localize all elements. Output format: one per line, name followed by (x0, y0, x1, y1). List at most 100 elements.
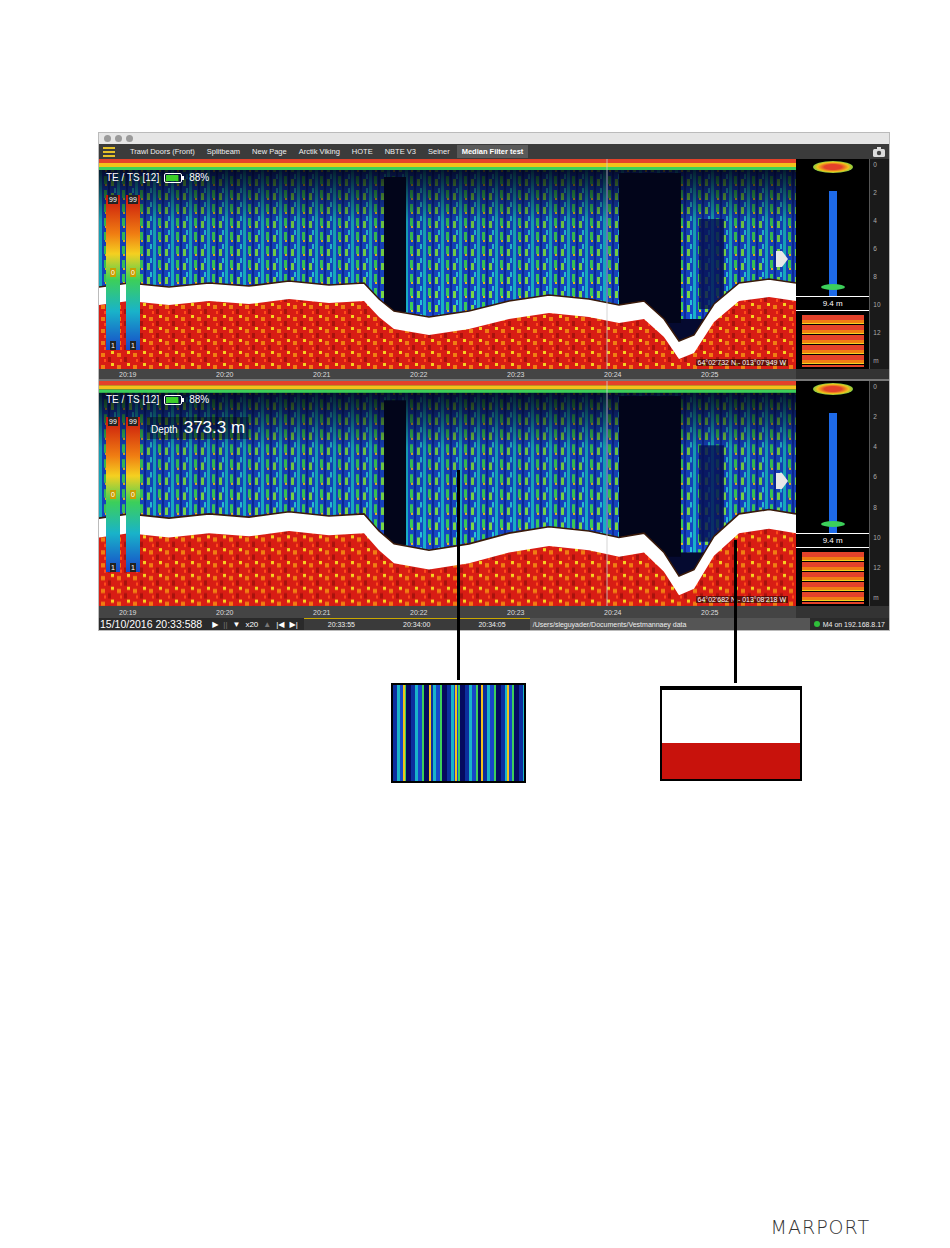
status-bar: 15/10/2016 20:33:588 ▶||▼x20▲|◀▶| 20:33:… (99, 618, 889, 630)
scale-max: 99 (128, 417, 138, 426)
battery-level: 88% (189, 172, 209, 183)
depth-tick: m (873, 594, 889, 602)
manual-page: Trawl Doors (Front)SplitbeamNew PageArct… (0, 0, 950, 1248)
depth-tick: m (873, 357, 889, 365)
time-tick: 20:25 (701, 609, 798, 616)
scale-max: 99 (108, 195, 118, 204)
beam-bar (829, 413, 837, 533)
page-tab[interactable]: Seiner (423, 145, 455, 158)
scale-min: 1 (130, 563, 136, 572)
scale-mid: 0 (130, 268, 136, 277)
timeline[interactable]: 20:33:5520:34:0020:34:05 (304, 618, 530, 630)
gps-position: 64°02'732 N - 013°07'949 W (696, 359, 788, 366)
timeline-tick: 20:34:05 (478, 621, 505, 628)
depth-tick: 8 (873, 273, 889, 281)
depth-axis: 024681012m (869, 381, 889, 606)
scale-min: 1 (110, 341, 116, 350)
bottom-echo (802, 315, 864, 367)
color-scales: 99 0 199 0 1 (106, 417, 140, 572)
color-scales: 99 0 199 0 1 (106, 195, 140, 350)
time-tick: 20:21 (313, 609, 410, 616)
echogram-image (99, 381, 796, 606)
camera-icon[interactable] (873, 147, 885, 157)
expand-arrow-icon[interactable] (776, 251, 788, 267)
echogram: TE / TS [12] 88% 99 0 199 0 1 Depth 373.… (99, 381, 796, 606)
battery-level: 88% (189, 394, 209, 405)
scale-mid: 0 (110, 490, 116, 499)
page-tab[interactable]: HOTE (347, 145, 378, 158)
sensor-head (813, 161, 853, 173)
scale-min: 1 (110, 563, 116, 572)
echogram-image (99, 159, 796, 369)
time-tick: 20:25 (701, 371, 798, 378)
gps-position: 64°02'682 N - 013°08'218 W (696, 596, 788, 603)
net-opening: 9.4 m (796, 296, 869, 311)
depth-tick: 4 (873, 443, 889, 451)
scale-min: 1 (130, 341, 136, 350)
playback-control[interactable]: ▶ (212, 620, 218, 629)
connection-icon (814, 621, 820, 627)
depth-tick: 10 (873, 534, 889, 542)
page-tab[interactable]: Trawl Doors (Front) (125, 145, 200, 158)
page-tab[interactable]: Splitbeam (202, 145, 245, 158)
depth-readout: Depth 373.3 m (147, 417, 249, 439)
playback-control[interactable]: ▼ (233, 620, 241, 629)
time-tick: 20:23 (507, 371, 604, 378)
fish-echo-inset (391, 683, 526, 783)
depth-tick: 2 (873, 189, 889, 197)
time-ticks: 20:1920:2020:2120:2220:2320:2420:25 (99, 606, 796, 618)
bottom-echo (802, 552, 864, 604)
scale-max: 99 (128, 195, 138, 204)
file-path: /Users/sleguyader/Documents/Vestmannaey … (530, 618, 810, 630)
color-scale[interactable]: 99 0 1 (106, 417, 120, 572)
playback-control[interactable]: ▶| (289, 620, 297, 629)
scale-mid: 0 (130, 490, 136, 499)
close-button[interactable] (104, 135, 111, 142)
echogram-panel: TE / TS [12] 88% 99 0 199 0 1 Depth 373.… (99, 381, 889, 606)
scale-max: 99 (108, 417, 118, 426)
color-scale[interactable]: 99 0 1 (126, 417, 140, 572)
playback-control[interactable]: || (223, 620, 227, 629)
sensor-head (813, 383, 853, 395)
playback-control[interactable]: x20 (245, 620, 258, 629)
time-axis: 20:1920:2020:2120:2220:2320:2420:25 (99, 369, 889, 379)
echogram: TE / TS [12] 88% 99 0 199 0 1 64°02'732 … (99, 159, 796, 369)
beam-bar (829, 191, 837, 296)
depth-tick: 4 (873, 217, 889, 225)
time-tick: 20:24 (604, 609, 701, 616)
title-bar (99, 133, 889, 144)
zoom-button[interactable] (126, 135, 133, 142)
depth-tick: 0 (873, 161, 889, 169)
sensor-mode: TE / TS [12] (106, 394, 159, 405)
menu-icon[interactable] (103, 147, 115, 157)
sensor-mode: TE / TS [12] (106, 172, 159, 183)
page-tab[interactable]: Median Filter test (457, 145, 529, 158)
expand-arrow-icon[interactable] (776, 473, 788, 489)
net-opening: 9.4 m (796, 533, 869, 548)
net-view: 9.4 m (796, 381, 869, 606)
page-tab[interactable]: NBTE V3 (380, 145, 421, 158)
connection-status: M4 on 192.168.8.17 (810, 621, 889, 628)
depth-label: Depth (151, 424, 178, 435)
depth-tick: 6 (873, 473, 889, 481)
time-tick: 20:19 (119, 609, 216, 616)
playback-control[interactable]: |◀ (276, 620, 284, 629)
time-tick: 20:19 (119, 371, 216, 378)
depth-value: 373.3 m (184, 418, 245, 438)
depth-axis: 024681012m (869, 159, 889, 369)
page-tab[interactable]: Arctik Viking (294, 145, 345, 158)
color-scale[interactable]: 99 0 1 (106, 195, 120, 350)
time-tick: 20:22 (410, 371, 507, 378)
echogram-panel: TE / TS [12] 88% 99 0 199 0 1 64°02'732 … (99, 159, 889, 369)
tab-bar: Trawl Doors (Front)SplitbeamNew PageArct… (99, 144, 889, 159)
depth-tick: 2 (873, 413, 889, 421)
playback-control[interactable]: ▲ (263, 620, 271, 629)
page-tab[interactable]: New Page (247, 145, 292, 158)
playback-controls: ▶ || ▼ x20 ▲ |◀ ▶| (206, 620, 304, 629)
callout-line (734, 540, 737, 683)
depth-tick: 0 (873, 383, 889, 391)
color-scale[interactable]: 99 0 1 (126, 195, 140, 350)
depth-tick: 6 (873, 245, 889, 253)
battery-icon (164, 173, 184, 183)
minimize-button[interactable] (115, 135, 122, 142)
